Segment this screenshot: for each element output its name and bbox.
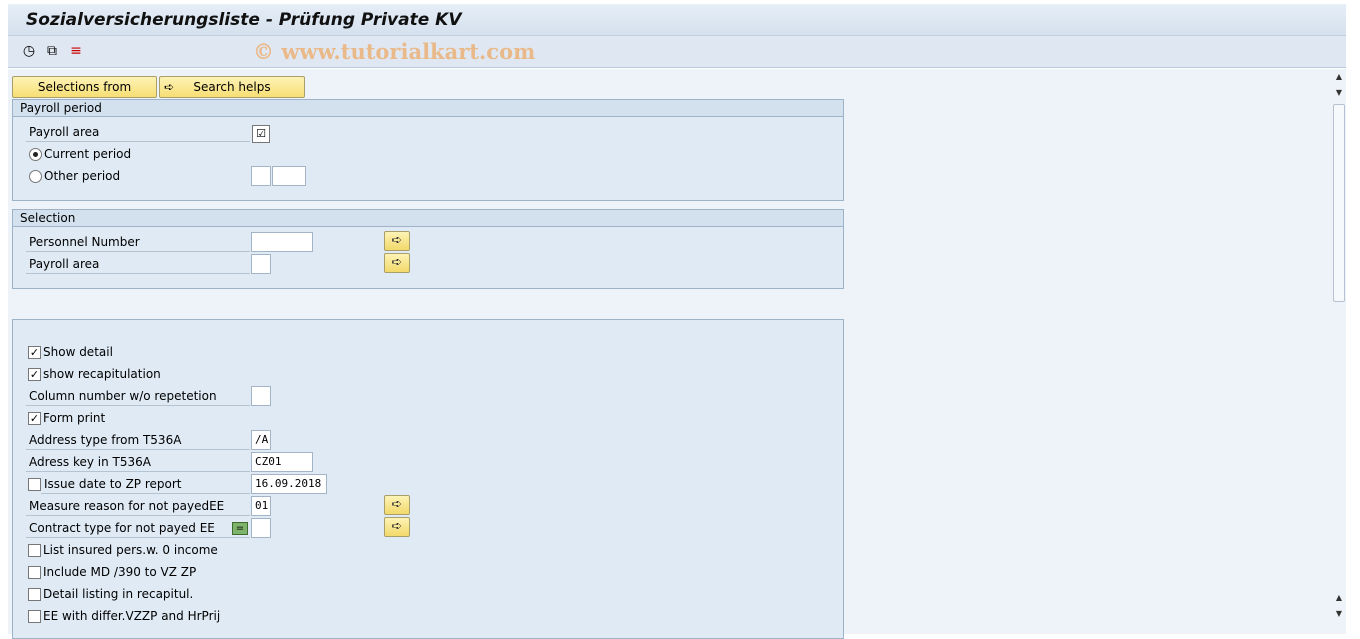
contract-type-label: Contract type for not payed EE <box>26 518 250 538</box>
address-key-label: Adress key in T536A <box>26 452 250 472</box>
show-recap-label: show recapitulation <box>43 367 161 381</box>
title-bar: Sozialversicherungsliste - Prüfung Priva… <box>8 4 1346 36</box>
multiple-selection-button[interactable]: ➪ <box>384 495 410 515</box>
personnel-number-input[interactable] <box>251 232 313 252</box>
issue-date-checkbox[interactable] <box>28 478 41 491</box>
show-recap-checkbox[interactable]: ✓ <box>28 368 41 381</box>
measure-reason-input[interactable]: 01 <box>251 496 271 516</box>
group-title: Selection <box>13 210 843 227</box>
scroll-page-up-icon[interactable]: ▼ <box>1332 86 1346 100</box>
scroll-up-icon[interactable]: ▲ <box>1332 70 1346 84</box>
show-detail-label: Show detail <box>43 345 113 359</box>
equals-option-icon[interactable]: = <box>232 522 248 535</box>
multiple-selection-button[interactable]: ➪ <box>384 517 410 537</box>
detail-listing-label: Detail listing in recapitul. <box>43 587 194 601</box>
measure-reason-label: Measure reason for not payedEE <box>26 496 250 516</box>
address-type-label: Address type from T536A <box>26 430 250 450</box>
scroll-page-down-icon[interactable]: ▲ <box>1332 591 1346 605</box>
payroll-period-group: Payroll period Payroll area ☑ Current pe… <box>12 99 844 201</box>
column-number-label: Column number w/o repetetion <box>26 386 250 406</box>
column-number-input[interactable] <box>251 386 271 406</box>
ee-differ-checkbox[interactable] <box>28 610 41 623</box>
ee-differ-label: EE with differ.VZZP and HrPrij <box>43 609 221 623</box>
other-period-year-input[interactable] <box>272 166 306 186</box>
detail-listing-checkbox[interactable] <box>28 588 41 601</box>
selection-options-icon[interactable]: ≡ <box>67 42 85 60</box>
scrollbar-thumb[interactable] <box>1333 104 1345 302</box>
list-insured-checkbox[interactable] <box>28 544 41 557</box>
personnel-number-label: Personnel Number <box>26 232 250 252</box>
options-group: ✓ Show detail ✓ show recapitulation Colu… <box>12 319 844 639</box>
contract-type-input[interactable] <box>251 518 271 538</box>
search-helps-label: Search helps <box>193 80 271 94</box>
other-period-label: Other period <box>44 169 121 183</box>
selection-screen: Selections from ➪ Search helps Payroll pe… <box>8 69 1332 639</box>
copy-variant-icon[interactable]: ⧉ <box>43 42 61 60</box>
list-insured-label: List insured pers.w. 0 income <box>43 543 218 557</box>
multiple-selection-button[interactable]: ➪ <box>384 231 410 251</box>
address-type-input[interactable]: /A <box>251 430 271 450</box>
execute-icon[interactable]: ◷ <box>20 42 38 60</box>
issue-date-input[interactable]: 16.09.2018 <box>251 474 327 494</box>
include-md-label: Include MD /390 to VZ ZP <box>43 565 197 579</box>
scroll-down-icon[interactable]: ▼ <box>1332 607 1346 621</box>
group-title: Payroll period <box>13 100 843 117</box>
current-period-radio[interactable] <box>29 148 42 161</box>
include-md-checkbox[interactable] <box>28 566 41 579</box>
payroll-area-input[interactable] <box>251 254 271 274</box>
form-print-checkbox[interactable]: ✓ <box>28 412 41 425</box>
payroll-area-label: Payroll area <box>26 122 250 142</box>
address-key-input[interactable]: CZ01 <box>251 452 313 472</box>
arrow-right-icon: ➪ <box>164 80 175 94</box>
vertical-scrollbar[interactable]: ▲ ▼ ▲ ▼ <box>1332 69 1346 634</box>
selection-group: Selection Personnel Number ➪ Payroll are… <box>12 209 844 289</box>
current-period-label: Current period <box>44 147 132 161</box>
payroll-area-label: Payroll area <box>26 254 250 274</box>
form-print-label: Form print <box>43 411 106 425</box>
other-period-month-input[interactable] <box>251 166 271 186</box>
selections-from-button[interactable]: Selections from <box>12 76 157 98</box>
other-period-radio[interactable] <box>29 170 42 183</box>
watermark: © www.tutorialkart.com <box>253 39 536 64</box>
window-title: Sozialversicherungsliste - Prüfung Priva… <box>26 10 462 30</box>
show-detail-checkbox[interactable]: ✓ <box>28 346 41 359</box>
payroll-area-checkbox[interactable]: ☑ <box>252 125 270 143</box>
issue-date-label: Issue date to ZP report <box>41 474 250 494</box>
application-toolbar: ◷ ⧉ ≡ © www.tutorialkart.com <box>8 36 1346 68</box>
multiple-selection-button[interactable]: ➪ <box>384 253 410 273</box>
search-helps-button[interactable]: ➪ Search helps <box>159 76 305 98</box>
